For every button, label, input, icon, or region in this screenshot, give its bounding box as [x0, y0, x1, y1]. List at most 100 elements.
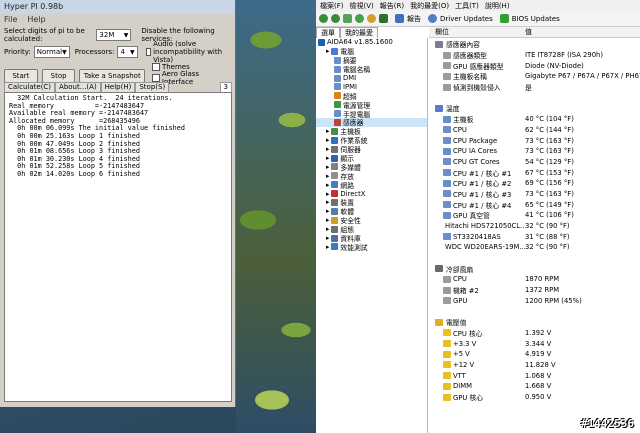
- checkbox-box[interactable]: [151, 62, 160, 71]
- tree-item[interactable]: ▸ 安全性: [316, 216, 427, 225]
- expand-icon[interactable]: ▸: [326, 172, 329, 180]
- expand-icon[interactable]: ▸: [326, 154, 329, 162]
- sensor-row[interactable]: CPU 核心 1.392 V: [429, 328, 640, 339]
- sensor-row[interactable]: +12 V 11.828 V: [429, 360, 640, 371]
- sensor-row[interactable]: DIMM 1.668 V: [429, 381, 640, 392]
- sensor-row[interactable]: CPU #1 / 核心 #2 69 °C (156 °F): [429, 178, 640, 189]
- sensor-row[interactable]: Hitachi HDS721050CL... 32 °C (90 °F): [429, 221, 640, 232]
- up-icon[interactable]: [343, 14, 352, 23]
- tree-item[interactable]: ▸ 顯示: [316, 154, 427, 163]
- expand-icon[interactable]: ▸: [326, 163, 329, 171]
- snapshot-button[interactable]: Take a Snapshot: [79, 69, 145, 83]
- start-button[interactable]: Start: [4, 69, 38, 83]
- tree-item[interactable]: 摘要: [316, 56, 427, 65]
- sensor-row[interactable]: CPU IA Cores 73 °C (163 °F): [429, 146, 640, 157]
- tree-item[interactable]: ▸ 組態: [316, 225, 427, 234]
- stop-button[interactable]: Stop: [41, 69, 76, 83]
- expand-icon[interactable]: ▸: [326, 181, 329, 189]
- sensor-row[interactable]: CPU #1 / 核心 #3 73 °C (163 °F): [429, 189, 640, 200]
- refresh-icon[interactable]: [355, 14, 364, 23]
- forward-icon[interactable]: [331, 14, 340, 23]
- tree-item[interactable]: ▸ 裝置: [316, 198, 427, 207]
- tree-item[interactable]: ▸ 網路: [316, 180, 427, 190]
- tree-item[interactable]: 電腦名稱: [316, 65, 427, 74]
- report-button[interactable]: 報告: [407, 14, 421, 24]
- sensor-row[interactable]: CPU Package 73 °C (163 °F): [429, 135, 640, 146]
- digits-select[interactable]: 32M ▼: [96, 29, 132, 41]
- tree-item[interactable]: ▸ 伺服器: [316, 145, 427, 154]
- tree-item[interactable]: 電源管理: [316, 100, 427, 110]
- sensor-row[interactable]: VTT 1.068 V: [429, 370, 640, 381]
- sensor-row[interactable]: 主機板名稱 Gigabyte P67 / P67A / P67X / PH67: [429, 71, 640, 82]
- expand-icon[interactable]: ▸: [326, 127, 329, 135]
- expand-icon[interactable]: ▸: [326, 207, 329, 215]
- tree-item[interactable]: ▸ 存放: [316, 171, 427, 181]
- tree-item[interactable]: ▸ 電腦: [316, 47, 427, 56]
- tree-item[interactable]: DMI: [316, 74, 427, 83]
- check-audio[interactable]: Audio (solve incompatibility with Vista): [145, 40, 232, 64]
- menu-help[interactable]: Help: [27, 15, 45, 25]
- tree-item[interactable]: ▸ 主機板: [316, 127, 427, 136]
- column-field[interactable]: 欄位: [429, 27, 525, 37]
- chart-icon[interactable]: [379, 14, 388, 23]
- bios-icon[interactable]: [499, 14, 509, 23]
- sensor-row[interactable]: 主機板 40 °C (104 °F): [429, 114, 640, 125]
- tab-favorites[interactable]: 我的最愛: [340, 27, 378, 38]
- sensor-row[interactable]: CPU #1 / 核心 #4 65 °C (149 °F): [429, 199, 640, 210]
- menu-item[interactable]: 報告(R): [380, 1, 404, 10]
- column-value[interactable]: 值: [525, 27, 532, 37]
- menu-item[interactable]: 檢視(V): [350, 1, 374, 10]
- driver-updates-button[interactable]: Driver Updates: [440, 15, 493, 23]
- expand-icon[interactable]: ▸: [326, 47, 329, 55]
- menu-file[interactable]: File: [4, 15, 17, 25]
- report-icon[interactable]: [395, 14, 404, 23]
- bios-updates-button[interactable]: BIOS Updates: [512, 15, 560, 23]
- sensor-row[interactable]: CPU GT Cores 54 °C (129 °F): [429, 157, 640, 168]
- tree-item[interactable]: AIDA64 v1.85.1600: [316, 38, 427, 47]
- user-icon[interactable]: [367, 14, 376, 23]
- expand-icon[interactable]: ▸: [326, 198, 329, 206]
- sensor-row[interactable]: 偵測到機殼侵入 是: [429, 82, 640, 93]
- sensor-row[interactable]: 感應器類型 ITE IT8728F (ISA 290h): [429, 50, 640, 61]
- sensor-row[interactable]: 機箱 #2 1372 RPM: [429, 285, 640, 296]
- checkbox-box[interactable]: [145, 48, 152, 56]
- expand-icon[interactable]: ▸: [326, 136, 329, 144]
- menu-item[interactable]: 工具(T): [455, 1, 479, 10]
- processors-select[interactable]: 4 ▼: [117, 46, 138, 58]
- expand-icon[interactable]: ▸: [326, 145, 329, 153]
- menu-item[interactable]: 檔案(F): [320, 1, 344, 10]
- tree-item[interactable]: ▸ DirectX: [316, 189, 427, 198]
- sensor-row[interactable]: CPU #1 / 核心 #1 67 °C (153 °F): [429, 167, 640, 178]
- sensor-row[interactable]: CPU 62 °C (144 °F): [429, 125, 640, 136]
- back-icon[interactable]: [319, 14, 328, 23]
- tree-item[interactable]: ▸ 多媒體: [316, 162, 427, 172]
- search-icon[interactable]: [428, 14, 437, 23]
- tree-item[interactable]: 感應器: [316, 118, 427, 127]
- sensor-row[interactable]: WDC WD20EARS-19M... 32 °C (90 °F): [429, 242, 640, 253]
- expand-icon[interactable]: ▸: [326, 234, 329, 242]
- expand-icon[interactable]: ▸: [326, 216, 329, 224]
- tree-item[interactable]: IPMI: [316, 82, 427, 91]
- menu-item[interactable]: 我的最愛(O): [410, 1, 449, 10]
- sensor-row[interactable]: GPU 感應器類型 Diode (NV-Diode): [429, 60, 640, 71]
- priority-select[interactable]: Normal ▼: [33, 46, 70, 58]
- expand-icon[interactable]: ▸: [326, 190, 329, 198]
- sensor-row[interactable]: GPU 1200 RPM (45%): [429, 296, 640, 307]
- tree-item[interactable]: ▸ 資料庫: [316, 234, 427, 243]
- sensor-row[interactable]: +5 V 4.919 V: [429, 349, 640, 360]
- checkbox-box[interactable]: [151, 73, 160, 82]
- tab-menu[interactable]: 選單: [316, 27, 340, 38]
- tree-item[interactable]: ▸ 作業系統: [316, 136, 427, 145]
- tree-item[interactable]: ▸ 軟體: [316, 207, 427, 216]
- sensor-row[interactable]: GPU 真空管 41 °C (106 °F): [429, 210, 640, 221]
- tree-item[interactable]: 手提電腦: [316, 109, 427, 119]
- expand-icon[interactable]: ▸: [326, 243, 329, 251]
- sensor-row[interactable]: ST3320418AS 31 °C (88 °F): [429, 231, 640, 242]
- sensor-row[interactable]: +3.3 V 3.344 V: [429, 338, 640, 349]
- tree-item[interactable]: 超頻: [316, 91, 427, 101]
- menu-item[interactable]: 說明(H): [485, 1, 510, 10]
- expand-icon[interactable]: ▸: [326, 225, 329, 233]
- sensor-row[interactable]: GPU 核心 0.950 V: [429, 392, 640, 403]
- sensor-row[interactable]: CPU 1870 RPM: [429, 274, 640, 285]
- tree-item[interactable]: ▸ 效能測試: [316, 242, 427, 252]
